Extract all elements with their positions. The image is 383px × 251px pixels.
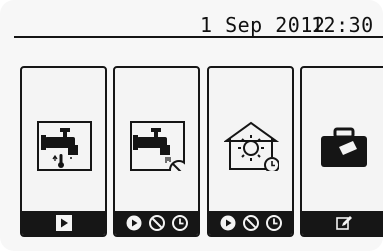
timer-icon[interactable] (171, 214, 189, 232)
menu-card-hot-water[interactable] (20, 66, 107, 237)
card-footer (302, 211, 383, 235)
date-display: 1 Sep 2012 (200, 13, 326, 37)
status-bar: 1 Sep 2012 12:30 (14, 13, 383, 38)
hot-water-tap-icon (37, 121, 92, 171)
edit-icon[interactable] (335, 214, 353, 232)
timer-icon[interactable] (265, 214, 283, 232)
card-footer (22, 211, 105, 235)
card-footer (209, 211, 292, 235)
on-icon[interactable] (219, 214, 237, 232)
on-icon[interactable] (125, 214, 143, 232)
time-display: 12:30 (311, 13, 374, 37)
card-footer (115, 211, 198, 235)
menu-card-heating[interactable] (207, 66, 294, 237)
play-icon[interactable] (55, 214, 73, 232)
hot-water-tap-off-icon (130, 121, 185, 171)
suitcase-icon (317, 121, 372, 171)
prohibited-icon[interactable] (148, 214, 166, 232)
menu-card-holiday[interactable] (300, 66, 383, 237)
menu-card-hot-water-off[interactable] (113, 66, 200, 237)
controller-screen: 1 Sep 2012 12:30 (0, 0, 383, 251)
house-sun-icon (224, 121, 279, 171)
prohibited-icon[interactable] (242, 214, 260, 232)
